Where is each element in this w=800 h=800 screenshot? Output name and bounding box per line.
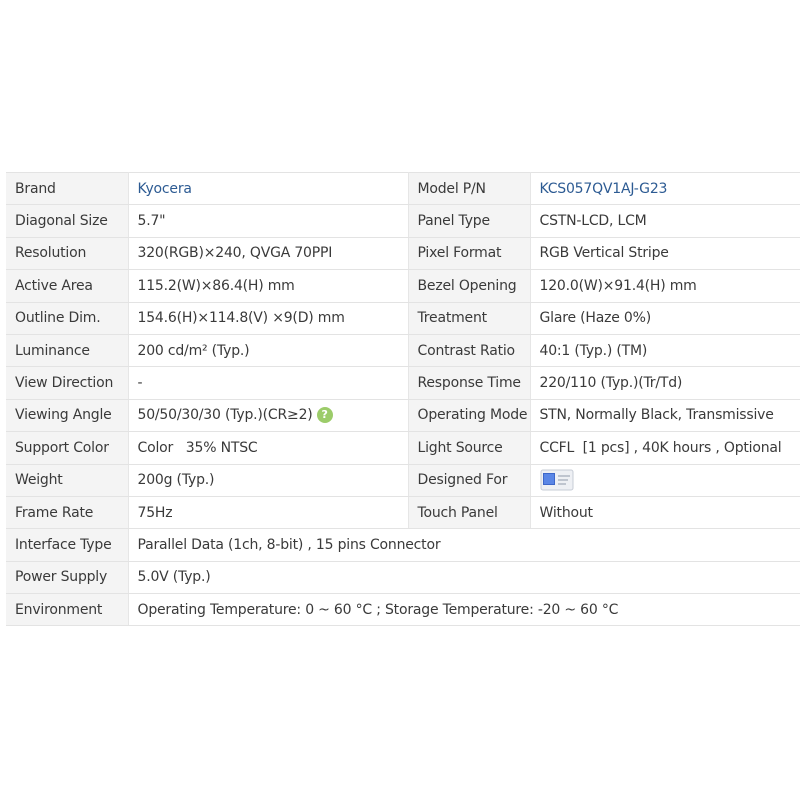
help-icon[interactable]: ? xyxy=(316,407,333,424)
spec-value-panel-type: CSTN-LCD, LCM xyxy=(530,204,800,238)
spec-label-brand: Brand xyxy=(6,171,129,206)
table-row: Interface Type Parallel Data (1ch, 8-bit… xyxy=(6,528,800,562)
spec-label-environment: Environment xyxy=(6,593,129,627)
spec-label-light-source: Light Source xyxy=(408,431,531,465)
spec-value-viewing-angle: 50/50/30/30 (Typ.)(CR≥2) xyxy=(137,407,313,424)
spec-value-contrast-ratio: 40:1 (Typ.) (TM) xyxy=(530,333,800,368)
spec-value-view-direction: - xyxy=(128,366,409,400)
spec-value-active-area: 115.2(W)×86.4(H) mm xyxy=(128,269,409,303)
spec-label-support-color: Support Color xyxy=(6,431,129,465)
spec-label-power-supply: Power Supply xyxy=(6,560,129,595)
table-row: Environment Operating Temperature: 0 ~ 6… xyxy=(6,593,800,627)
model-pn-link[interactable]: KCS057QV1AJ-G23 xyxy=(530,171,800,206)
spec-label-viewing-angle: Viewing Angle xyxy=(6,398,129,433)
table-row: View Direction - Response Time 220/110 (… xyxy=(6,366,800,400)
table-row: Outline Dim. 154.6(H)×114.8(V) ×9(D) mm … xyxy=(6,301,800,335)
spec-label-pixel-format: Pixel Format xyxy=(408,236,531,271)
spec-value-weight: 200g (Typ.) xyxy=(128,463,409,497)
spec-value-touch-panel: Without xyxy=(530,495,800,530)
table-row: Weight 200g (Typ.) Designed For xyxy=(6,463,800,497)
spec-label-treatment: Treatment xyxy=(408,301,531,335)
spec-value-response-time: 220/110 (Typ.)(Tr/Td) xyxy=(530,366,800,400)
spec-label-bezel-opening: Bezel Opening xyxy=(408,269,531,303)
spec-label-luminance: Luminance xyxy=(6,333,129,368)
spec-value-pixel-format: RGB Vertical Stripe xyxy=(530,236,800,271)
spec-value-light-source: CCFL [1 pcs] , 40K hours , Optional xyxy=(530,431,800,465)
table-row: Power Supply 5.0V (Typ.) xyxy=(6,560,800,595)
brand-link[interactable]: Kyocera xyxy=(128,171,409,206)
spec-label-touch-panel: Touch Panel xyxy=(408,495,531,530)
table-row: Brand Kyocera Model P/N KCS057QV1AJ-G23 xyxy=(6,171,800,206)
spec-label-response-time: Response Time xyxy=(408,366,531,400)
spec-label-outline-dim: Outline Dim. xyxy=(6,301,129,335)
page: Brand Kyocera Model P/N KCS057QV1AJ-G23 … xyxy=(0,0,800,800)
spec-value-environment: Operating Temperature: 0 ~ 60 °C ; Stora… xyxy=(128,593,800,627)
table-row: Support Color Color 35% NTSC Light Sourc… xyxy=(6,431,800,465)
spec-value-diagonal-size: 5.7" xyxy=(128,204,409,238)
spec-value-interface-type: Parallel Data (1ch, 8-bit) , 15 pins Con… xyxy=(128,528,800,562)
spec-value-outline-dim: 154.6(H)×114.8(V) ×9(D) mm xyxy=(128,301,409,335)
spec-label-designed-for: Designed For xyxy=(408,463,531,497)
table-row: Viewing Angle 50/50/30/30 (Typ.)(CR≥2)? … xyxy=(6,398,800,433)
spec-label-interface-type: Interface Type xyxy=(6,528,129,562)
spec-value-frame-rate: 75Hz xyxy=(128,495,409,530)
spec-label-resolution: Resolution xyxy=(6,236,129,271)
spec-label-diagonal-size: Diagonal Size xyxy=(6,204,129,238)
table-row: Diagonal Size 5.7" Panel Type CSTN-LCD, … xyxy=(6,204,800,238)
spec-value-viewing-angle-cell: 50/50/30/30 (Typ.)(CR≥2)? xyxy=(128,398,409,433)
spec-label-frame-rate: Frame Rate xyxy=(6,495,129,530)
spec-label-operating-mode: Operating Mode xyxy=(408,398,531,433)
table-row: Resolution 320(RGB)×240, QVGA 70PPI Pixe… xyxy=(6,236,800,271)
spec-table: Brand Kyocera Model P/N KCS057QV1AJ-G23 … xyxy=(6,171,800,627)
spec-label-active-area: Active Area xyxy=(6,269,129,303)
spec-value-resolution: 320(RGB)×240, QVGA 70PPI xyxy=(128,236,409,271)
table-row: Frame Rate 75Hz Touch Panel Without xyxy=(6,495,800,530)
spec-value-operating-mode: STN, Normally Black, Transmissive xyxy=(530,398,800,433)
spec-label-model-pn: Model P/N xyxy=(408,171,531,206)
table-row: Luminance 200 cd/m² (Typ.) Contrast Rati… xyxy=(6,333,800,368)
spec-value-treatment: Glare (Haze 0%) xyxy=(530,301,800,335)
spec-value-luminance: 200 cd/m² (Typ.) xyxy=(128,333,409,368)
spec-value-support-color: Color 35% NTSC xyxy=(128,431,409,465)
spec-value-power-supply: 5.0V (Typ.) xyxy=(128,560,800,595)
spec-value-bezel-opening: 120.0(W)×91.4(H) mm xyxy=(530,269,800,303)
spec-label-view-direction: View Direction xyxy=(6,366,129,400)
spec-value-designed-for xyxy=(530,463,800,497)
industrial-device-icon[interactable] xyxy=(540,469,574,491)
spec-label-contrast-ratio: Contrast Ratio xyxy=(408,333,531,368)
spec-label-panel-type: Panel Type xyxy=(408,204,531,238)
spec-label-weight: Weight xyxy=(6,463,129,497)
table-row: Active Area 115.2(W)×86.4(H) mm Bezel Op… xyxy=(6,269,800,303)
